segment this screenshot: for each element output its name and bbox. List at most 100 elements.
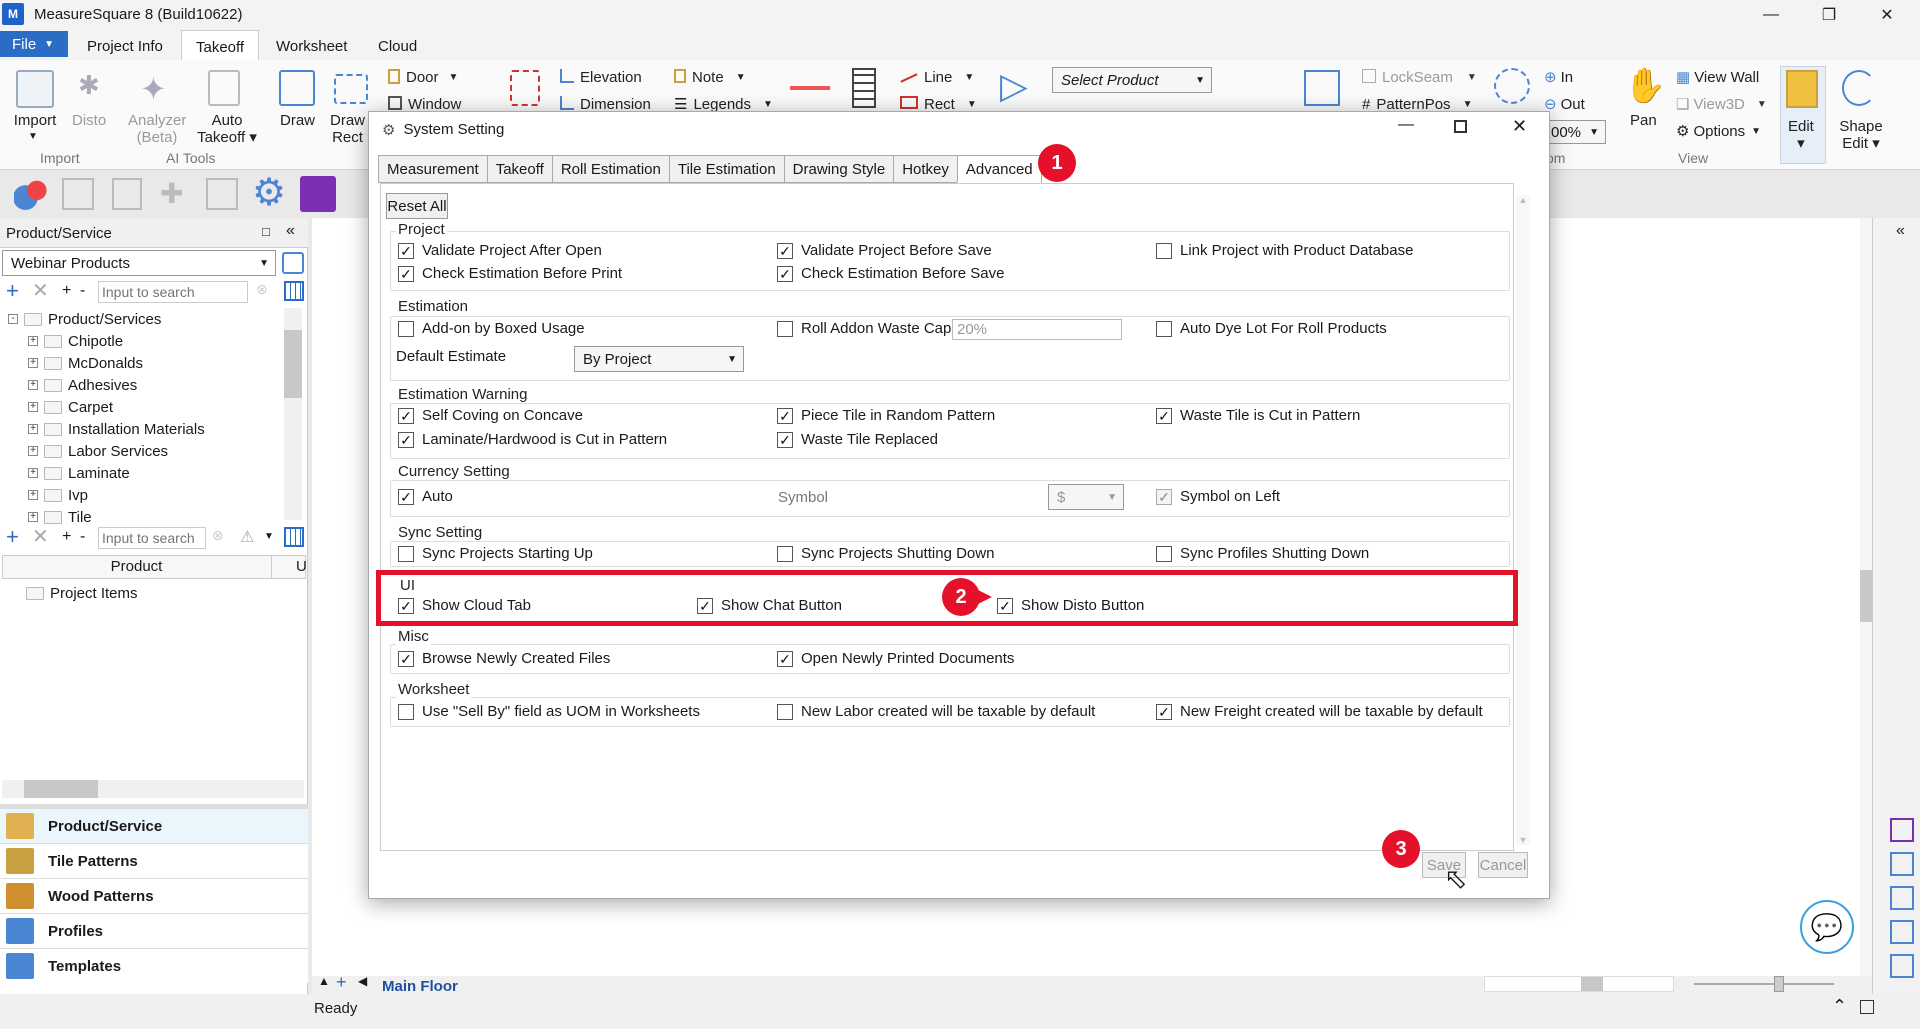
- browse-files-checkbox[interactable]: ✓ Browse Newly Created Files: [398, 650, 610, 667]
- tree-item[interactable]: + McDonalds: [8, 352, 280, 374]
- grid-view-icon[interactable]: [284, 281, 304, 301]
- check-icon[interactable]: ✓: [398, 265, 414, 282]
- expand-node-icon[interactable]: +: [28, 380, 38, 390]
- tree-item[interactable]: + Adhesives: [8, 374, 280, 396]
- dialog-minimize-icon[interactable]: —: [1398, 116, 1414, 134]
- nav-tile-patterns[interactable]: Tile Patterns: [0, 843, 308, 878]
- zoom-slider[interactable]: [1694, 983, 1834, 985]
- check-before-save-checkbox[interactable]: ✓ Check Estimation Before Save: [777, 265, 1004, 282]
- laminate-cut-checkbox[interactable]: ✓ Laminate/Hardwood is Cut in Pattern: [398, 431, 667, 448]
- add-item-icon[interactable]: +: [6, 526, 19, 548]
- check-icon[interactable]: ✓: [398, 242, 414, 259]
- add-icon[interactable]: +: [6, 280, 19, 302]
- delete-item-icon[interactable]: ✕: [32, 527, 49, 547]
- check-icon[interactable]: ✓: [398, 431, 414, 448]
- check-icon[interactable]: ✓: [777, 242, 793, 259]
- prev-floor-icon[interactable]: ▲: [318, 974, 330, 988]
- tree-item[interactable]: + Carpet: [8, 396, 280, 418]
- view-wall-button[interactable]: ▦ View Wall: [1676, 69, 1759, 86]
- validate-after-open-checkbox[interactable]: ✓ Validate Project After Open: [398, 242, 602, 259]
- zoom-in-button[interactable]: ⊕ In: [1544, 69, 1573, 86]
- elevation-button[interactable]: Elevation: [560, 69, 642, 86]
- zoom-slider-thumb[interactable]: [1774, 976, 1784, 992]
- zoom-out-button[interactable]: ⊖ Out: [1544, 96, 1585, 113]
- crosshair-icon[interactable]: ✚: [160, 178, 190, 210]
- import-button[interactable]: Import: [10, 112, 60, 129]
- col-u[interactable]: U: [296, 558, 307, 575]
- checkbox-empty[interactable]: [1156, 545, 1172, 562]
- disto-button[interactable]: Disto: [72, 112, 106, 129]
- expand-node-icon[interactable]: +: [28, 446, 38, 456]
- check-icon[interactable]: ✓: [777, 431, 793, 448]
- export-icon[interactable]: [112, 178, 142, 210]
- nav-product-service[interactable]: Product/Service: [0, 808, 308, 843]
- chevron-up-icon[interactable]: ⌃: [1832, 996, 1847, 1017]
- check-icon[interactable]: ✓: [398, 407, 414, 424]
- tab-tile-estimation[interactable]: Tile Estimation: [668, 155, 785, 183]
- check-icon[interactable]: ✓: [1156, 407, 1172, 424]
- symbol-left-checkbox[interactable]: ✓ Symbol on Left: [1156, 488, 1280, 505]
- product-list-dropdown[interactable]: Webinar Products ▼: [2, 250, 276, 276]
- collapse-node-icon[interactable]: -: [8, 314, 18, 324]
- floor-tab-main[interactable]: Main Floor: [382, 978, 458, 995]
- check-before-print-checkbox[interactable]: ✓ Check Estimation Before Print: [398, 265, 622, 282]
- canvas-hscrollbar[interactable]: [1484, 976, 1674, 992]
- checkbox-empty[interactable]: [777, 545, 793, 562]
- waste-replaced-checkbox[interactable]: ✓ Waste Tile Replaced: [777, 431, 938, 448]
- nav-wood-patterns[interactable]: Wood Patterns: [0, 878, 308, 913]
- tree-item[interactable]: + Laminate: [8, 462, 280, 484]
- check-icon[interactable]: ✓: [777, 407, 793, 424]
- cancel-button[interactable]: Cancel: [1478, 852, 1528, 878]
- menu-worksheet[interactable]: Worksheet: [276, 38, 347, 55]
- checkbox-empty[interactable]: [398, 320, 414, 337]
- shape-edit-button[interactable]: Shape Edit ▾: [1838, 118, 1884, 152]
- tab-takeoff[interactable]: Takeoff: [486, 155, 553, 183]
- tree-item[interactable]: + Ivp: [8, 484, 280, 506]
- checkbox-empty[interactable]: [1156, 242, 1172, 259]
- check-icon[interactable]: ✓: [777, 265, 793, 282]
- nav-templates[interactable]: Templates: [0, 948, 308, 983]
- hscroll-thumb[interactable]: [24, 780, 98, 798]
- piece-tile-checkbox[interactable]: ✓ Piece Tile in Random Pattern: [777, 407, 995, 424]
- tree-item[interactable]: + Installation Materials: [8, 418, 280, 440]
- copy-icon[interactable]: [62, 178, 94, 210]
- view3d-button[interactable]: ❏ View3D ▼: [1676, 96, 1767, 113]
- float-icon[interactable]: □: [262, 224, 270, 239]
- check-icon[interactable]: ✓: [1156, 488, 1172, 505]
- minimize-icon[interactable]: —: [1746, 2, 1796, 28]
- sync-shutting-checkbox[interactable]: Sync Projects Shutting Down: [777, 545, 994, 562]
- lockseam-button[interactable]: LockSeam ▼: [1362, 69, 1477, 86]
- roll-addon-cap-input[interactable]: 20%: [952, 319, 1122, 340]
- pan-button[interactable]: Pan: [1630, 112, 1657, 129]
- floor-left-icon[interactable]: ◀: [358, 974, 367, 988]
- project-search-input[interactable]: [98, 527, 206, 549]
- door-button[interactable]: Door ▼: [388, 69, 458, 86]
- add-floor-icon[interactable]: +: [336, 972, 347, 993]
- dialog-close-icon[interactable]: ✕: [1512, 116, 1527, 137]
- line-style-icon[interactable]: [790, 86, 830, 90]
- scroll-thumb[interactable]: [284, 330, 302, 398]
- menu-takeoff[interactable]: Takeoff: [181, 30, 260, 60]
- check-icon[interactable]: ✓: [398, 650, 414, 667]
- waste-cut-checkbox[interactable]: ✓ Waste Tile is Cut in Pattern: [1156, 407, 1360, 424]
- magic-icon[interactable]: [1890, 954, 1914, 978]
- line-button[interactable]: Line ▼: [900, 69, 974, 86]
- checkbox-empty[interactable]: [398, 703, 414, 720]
- settings-scrollbar[interactable]: ▲ ▼: [1516, 195, 1530, 845]
- user-award-icon[interactable]: [14, 176, 52, 212]
- checkbox-empty[interactable]: [398, 545, 414, 562]
- product-search-input[interactable]: [98, 281, 248, 303]
- checkbox-empty[interactable]: [777, 320, 793, 337]
- add-region-icon[interactable]: [1304, 70, 1340, 106]
- project-items-node[interactable]: Project Items: [26, 582, 138, 604]
- tab-advanced[interactable]: Advanced: [956, 155, 1042, 183]
- chevron-down-icon[interactable]: ▼: [264, 531, 274, 542]
- collapse-icon[interactable]: «: [286, 222, 295, 240]
- file-menu-button[interactable]: File ▼: [0, 31, 68, 57]
- clear-search-icon[interactable]: ⊗: [256, 281, 268, 298]
- expand-node-icon[interactable]: +: [28, 512, 38, 522]
- auto-takeoff-button[interactable]: Auto Takeoff ▾: [196, 112, 258, 146]
- settings-gear-icon[interactable]: ⚙: [252, 174, 290, 212]
- chart-icon[interactable]: [1890, 920, 1914, 944]
- symbol-select[interactable]: $ ▼: [1048, 484, 1124, 510]
